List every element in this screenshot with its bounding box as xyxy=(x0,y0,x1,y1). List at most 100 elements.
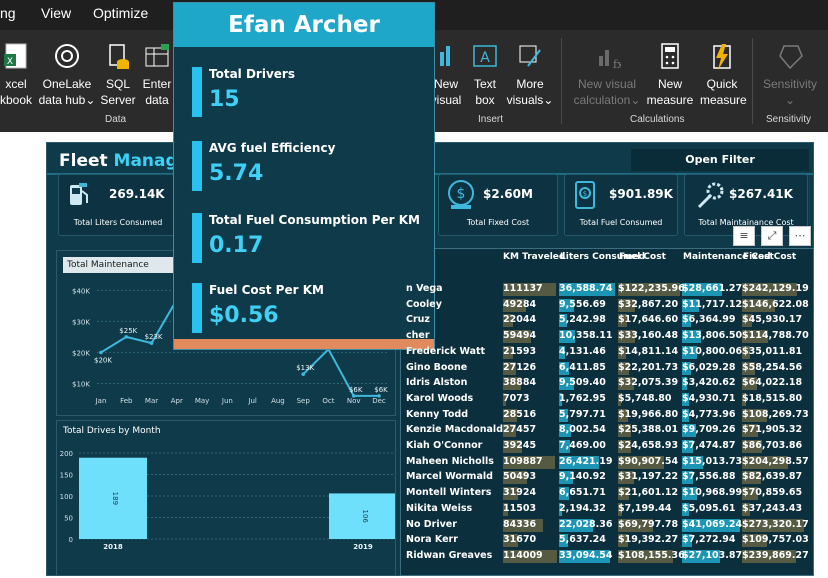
menu-item-optimize[interactable]: Optimize xyxy=(93,5,148,21)
enter-data-button[interactable]: Enter data xyxy=(140,42,174,108)
cell-text: 50493 xyxy=(503,471,537,483)
onelake-icon xyxy=(55,44,79,68)
cell-text: $32,867.20 xyxy=(618,298,679,310)
table-row[interactable]: Montell Winters 31924 6,651.71 $21,601.12 $1… xyxy=(401,486,813,502)
cell-text: $3,420.62 xyxy=(682,377,736,389)
cell-fixed: $114,788.70 xyxy=(742,329,809,344)
cell-text: Karol Woods xyxy=(406,392,474,404)
cell-text: 114009 xyxy=(503,549,543,561)
cell-text: Montell Winters xyxy=(406,487,492,499)
table-row[interactable]: Nikita Weiss 11503 2,194.32 $7,199.44 $5,095… xyxy=(401,502,813,518)
cell-maint: $4,930.71 xyxy=(682,392,740,406)
col-header-fixed[interactable]: Fixed Cost xyxy=(743,252,796,263)
table-icon xyxy=(145,44,169,67)
cell-text: 5,637.24 xyxy=(559,534,606,546)
cell-liters: 10,358.11 xyxy=(559,329,615,344)
cell-driver-name: Frederick Watt xyxy=(406,345,485,359)
table-row[interactable]: n Vega 111137 36,588.74 $122,235.96 $28,661.… xyxy=(401,282,813,298)
sensitivity-button[interactable]: Sensitivity ⌄ xyxy=(758,42,822,108)
quick-measure-button[interactable]: Quick measure xyxy=(700,42,747,108)
cell-km: 84336 xyxy=(503,518,557,532)
kpi-total-liters: 269.14K Total Liters Consumed xyxy=(58,174,178,236)
cell-text: Kiah O'Connor xyxy=(406,440,483,451)
cell-fixed: $204,298.57 xyxy=(742,455,809,469)
cell-text: $25,388.01 xyxy=(618,424,679,436)
cell-text: 2,194.32 xyxy=(559,502,606,514)
table-row[interactable]: cher 59494 10,358.11 $33,160.48 $13,806.50 $1… xyxy=(401,329,813,345)
excel-workbook-button[interactable]: X xcel kbook xyxy=(0,42,36,108)
cell-text: 21593 xyxy=(503,345,537,357)
data-point xyxy=(149,341,154,345)
more-options-icon[interactable]: ⋯ xyxy=(789,226,811,246)
focus-mode-icon[interactable]: ⤢ xyxy=(761,226,783,246)
onelake-data-hub-button[interactable]: OneLake data hub⌄ xyxy=(38,42,96,108)
cell-km: 109887 xyxy=(503,455,557,469)
x-tick-label: Feb xyxy=(120,397,133,405)
cell-driver-name: Nikita Weiss xyxy=(406,502,472,516)
cell-driver-name: Maheen Nicholls xyxy=(406,455,494,469)
cell-text: $41,069.24 xyxy=(682,518,743,530)
cell-text: 5,242.98 xyxy=(559,314,606,326)
cell-text: 59494 xyxy=(503,330,537,342)
y-tick-label: $20K xyxy=(72,349,90,357)
cell-text: $24,658.93 xyxy=(618,440,679,451)
cell-driver-name: Gino Boone xyxy=(406,361,467,375)
menu-item-modeling[interactable]: ng xyxy=(0,5,16,21)
table-row[interactable]: Kenzie Macdonald 27457 8,002.54 $25,388.01 $… xyxy=(401,423,813,439)
kpi-total-fixed-cost: $ $2.60M Total Fixed Cost xyxy=(438,174,558,236)
cell-text: $28,661.27 xyxy=(682,283,743,294)
cell-text: Ridwan Greaves xyxy=(406,549,493,561)
cell-text: Kenzie Macdonald xyxy=(406,424,503,436)
table-row[interactable]: Ridwan Greaves 114009 33,094.54 $108,155.36… xyxy=(401,549,813,565)
cell-fixed: $146,622.08 xyxy=(742,298,809,312)
data-point xyxy=(99,350,103,355)
cell-text: 31670 xyxy=(503,534,537,546)
sensitivity-icon xyxy=(779,45,803,70)
cell-liters: 9,556.69 xyxy=(559,298,615,312)
table-row[interactable]: Marcel Wormald 50493 9,140.92 $31,197.22 $7,… xyxy=(401,470,813,486)
table-row[interactable]: Cooley 49284 9,556.69 $32,867.20 $11,717.12 $… xyxy=(401,298,813,314)
cell-fuel: $122,235.96 xyxy=(618,282,685,296)
y-tick-label: 200 xyxy=(60,450,73,458)
cell-fixed: $109,757.03 xyxy=(742,533,809,548)
cell-km: 21593 xyxy=(503,345,557,359)
table-row[interactable]: Frederick Watt 21593 4,131.46 $14,811.14 $10… xyxy=(401,345,813,361)
cell-text: 22044 xyxy=(503,314,537,326)
cell-fixed: $82,639.87 xyxy=(742,470,804,485)
col-header-km[interactable]: KM Traveled xyxy=(503,252,565,263)
cell-driver-name: No Driver xyxy=(406,518,457,532)
table-row[interactable]: Gino Boone 27126 6,411.85 $22,201.73 $6,029.… xyxy=(401,361,813,377)
table-row[interactable]: Kenny Todd 28516 5,797.71 $19,966.80 $4,773.… xyxy=(401,408,813,424)
cell-fixed: $71,905.32 xyxy=(742,423,804,438)
fuel-pump-icon xyxy=(70,183,88,205)
cell-fuel: $22,201.73 xyxy=(618,361,680,375)
sql-server-button[interactable]: SQL Server xyxy=(98,42,138,108)
open-filter-button[interactable]: Open Filter xyxy=(631,149,809,171)
table-row[interactable]: Cruz 22044 5,242.98 $17,646.60 $6,364.99 $45,… xyxy=(401,313,813,329)
table-row[interactable]: Karol Woods 7073 1,762.95 $5,748.80 $4,930.7… xyxy=(401,392,813,408)
filter-icon[interactable]: ≡ xyxy=(733,226,755,246)
cell-fixed: $64,022.18 xyxy=(742,376,804,391)
calculator-icon xyxy=(661,43,679,69)
tooltip-value: 15 xyxy=(209,87,240,112)
new-measure-button[interactable]: New measure xyxy=(646,42,694,108)
table-row[interactable]: Maheen Nicholls 109887 26,421.19 $90,907.54… xyxy=(401,455,813,471)
drives-by-month-chart[interactable]: Total Drives by Month 0 50 100 150 200 189 201… xyxy=(56,420,396,576)
table-row[interactable]: No Driver 84336 22,028.36 $69,797.78 $41,069… xyxy=(401,518,813,534)
cell-text: $86,703.86 xyxy=(742,440,803,451)
menu-item-view[interactable]: View xyxy=(41,5,71,21)
ribbon-group-data: Data xyxy=(105,114,127,125)
new-visual-calculation-button[interactable]: fx New visual calculation⌄ xyxy=(573,42,641,108)
table-row[interactable]: Idris Alston 38884 9,509.40 $32,075.39 $3,42… xyxy=(401,376,813,392)
cell-text: 109887 xyxy=(503,455,543,467)
cell-fuel: $31,197.22 xyxy=(618,470,680,485)
cell-km: 28516 xyxy=(503,408,557,422)
table-row[interactable]: Nora Kerr 31670 5,637.24 $19,392.27 $7,272.9… xyxy=(401,533,813,549)
more-visuals-button[interactable]: More visuals⌄ xyxy=(505,42,555,108)
text-box-button[interactable]: A Text box xyxy=(468,42,502,108)
cell-maint: $13,806.50 xyxy=(682,329,742,344)
x-tick-label: Jul xyxy=(247,397,257,405)
col-header-fuel[interactable]: Fuel Cost xyxy=(619,252,666,263)
cell-maint: $7,272.94 xyxy=(682,533,740,548)
table-row[interactable]: Kiah O'Connor 39245 7,469.00 $24,658.93 $7,4… xyxy=(401,439,813,455)
